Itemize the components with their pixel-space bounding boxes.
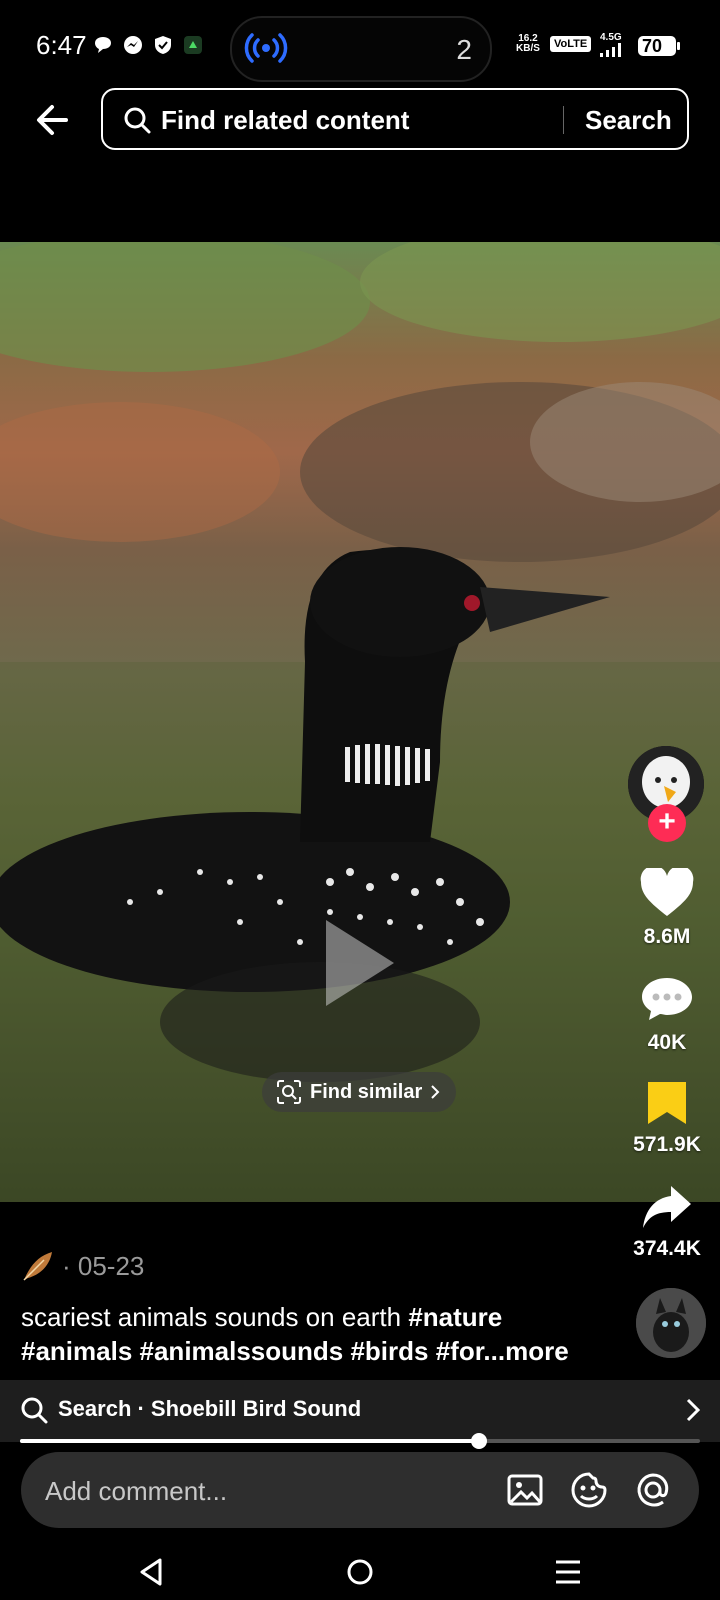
like-action[interactable]: 8.6M — [620, 865, 714, 949]
caption-more-link[interactable]: ...more — [483, 1336, 568, 1366]
search-icon — [124, 107, 151, 134]
search-button[interactable]: Search — [585, 105, 672, 136]
progress-scrubber-handle[interactable] — [471, 1433, 487, 1449]
nav-menu-icon[interactable] — [546, 1550, 590, 1594]
share-count: 374.4K — [633, 1237, 701, 1260]
like-count: 8.6M — [643, 925, 691, 948]
bookmark-icon — [648, 1082, 686, 1124]
dynamic-island[interactable]: 2 — [230, 16, 492, 82]
image-attach-icon[interactable] — [505, 1470, 545, 1510]
back-arrow-icon[interactable] — [30, 96, 78, 144]
feather-icon — [23, 1252, 52, 1281]
signal-bars-icon — [600, 43, 621, 57]
signal-strength: 4.5G — [600, 32, 622, 57]
play-icon[interactable] — [322, 918, 398, 1008]
video-frame-loon — [0, 242, 720, 1202]
app-notification-icon — [184, 36, 202, 54]
find-similar-label: Find similar — [310, 1080, 423, 1103]
cat-sound-avatar-image — [636, 1288, 706, 1358]
chevron-right-icon — [686, 1398, 700, 1422]
share-action[interactable]: 374.4K — [620, 1184, 714, 1261]
network-speed-unit: KB/S — [516, 43, 540, 54]
heart-icon — [640, 865, 694, 916]
find-similar-button[interactable]: Find similar — [262, 1072, 457, 1112]
messenger-icon — [124, 36, 142, 54]
comment-action[interactable]: 40K — [620, 974, 714, 1055]
search-divider — [563, 106, 564, 134]
comment-bubble-icon — [642, 978, 692, 1020]
network-speed: 16.2 KB/S — [516, 34, 540, 54]
image-search-icon — [277, 1080, 301, 1104]
comment-box[interactable] — [21, 1452, 699, 1528]
nav-back-icon[interactable] — [130, 1550, 174, 1594]
post-caption[interactable]: scariest animals sounds on earth #nature… — [21, 1300, 601, 1368]
chevron-right-icon — [431, 1085, 440, 1099]
progress-fill — [20, 1439, 479, 1443]
system-nav-bar — [0, 1540, 720, 1600]
island-count: 2 — [456, 34, 472, 65]
video-player[interactable]: Find similar — [0, 242, 720, 1202]
chat-bubble-icon — [95, 37, 111, 53]
save-action[interactable]: 571.9K — [620, 1080, 714, 1157]
save-count: 571.9K — [633, 1133, 701, 1156]
search-icon — [21, 1397, 48, 1424]
related-content-search-bar[interactable]: Find related content Search — [101, 88, 689, 150]
video-progress-bar[interactable] — [20, 1433, 700, 1449]
volte-badge: VoLTE — [550, 36, 592, 52]
comment-count: 40K — [647, 1031, 687, 1054]
caption-text: scariest animals sounds on earth — [21, 1302, 409, 1332]
mention-at-icon[interactable] — [633, 1470, 673, 1510]
status-bar: 6:47 2 16.2 KB/S VoLTE 4.5G 70 — [0, 0, 720, 82]
post-date: · 05-23 — [62, 1250, 145, 1281]
clock: 6:47 — [36, 30, 87, 60]
live-broadcast-icon — [244, 33, 288, 63]
search-placeholder[interactable]: Find related content — [161, 105, 409, 136]
music-disc-avatar[interactable] — [636, 1288, 706, 1358]
comment-input[interactable] — [43, 1470, 467, 1512]
share-arrow-icon — [643, 1186, 691, 1228]
battery-indicator: 70 — [638, 36, 680, 56]
post-meta: · 05-23 — [20, 1248, 144, 1284]
follow-plus-button[interactable]: + — [648, 804, 686, 842]
search-suggestion-label: Search · Shoebill Bird Sound — [58, 1396, 362, 1421]
signal-label: 4.5G — [600, 32, 622, 43]
emoji-sticker-icon[interactable] — [569, 1470, 609, 1510]
search-suggestion-bar[interactable]: Search · Shoebill Bird Sound — [0, 1380, 720, 1442]
notification-icons — [92, 34, 204, 56]
nav-home-icon[interactable] — [338, 1550, 382, 1594]
shield-icon — [155, 36, 171, 54]
